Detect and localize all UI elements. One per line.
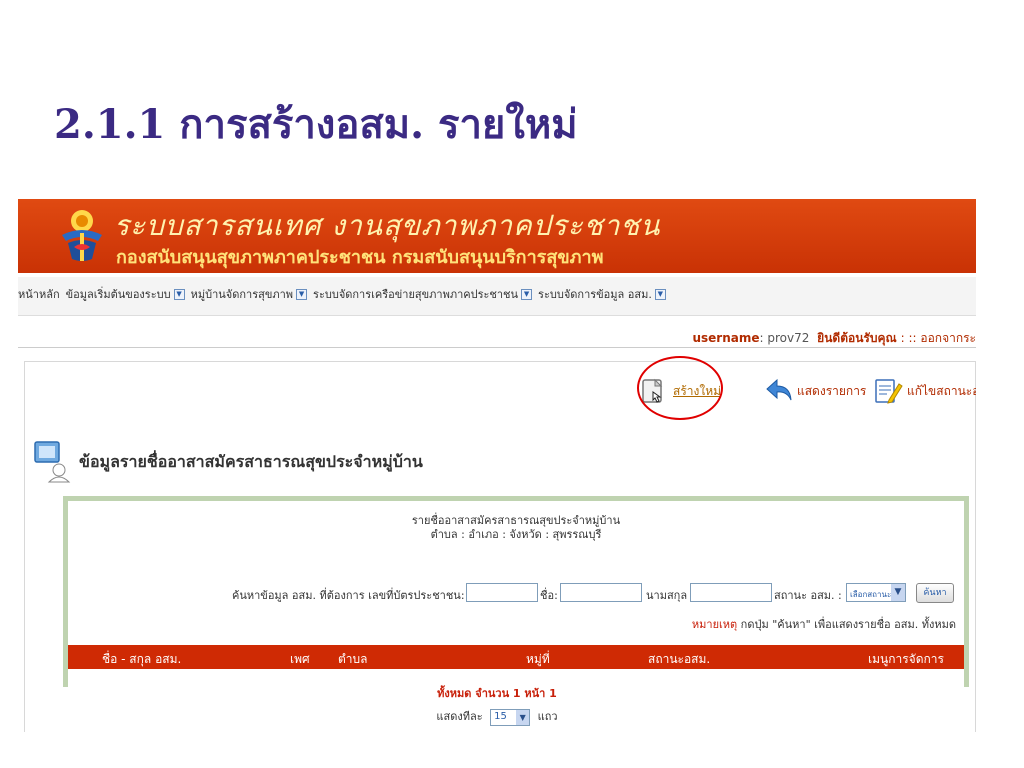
column-header: สถานะอสม.	[648, 652, 711, 666]
search-area: รายชื่ออาสาสมัครสาธารณสุขประจำหมู่บ้าน ต…	[63, 496, 969, 687]
status-label: สถานะ อสม. :	[774, 589, 842, 602]
menu-item-initial-data[interactable]: ข้อมูลเริ่มต้นของระบบ ▼	[66, 285, 185, 303]
menu-item-label: ข้อมูลเริ่มต้นของระบบ	[65, 288, 171, 301]
id-card-label: ค้นหาข้อมูล อสม. ที่ต้องการ เลขที่บัตรปร…	[232, 589, 465, 602]
ministry-emblem-icon	[62, 210, 102, 261]
banner-subtitle: กองสนับสนุนสุขภาพภาคประชาชน กรมสนับสนุนบ…	[116, 247, 604, 268]
menu-item-label: หน้าหลัก	[18, 288, 60, 301]
id-card-input[interactable]	[466, 583, 538, 602]
surname-input[interactable]	[690, 583, 772, 602]
chevron-down-icon[interactable]: ▼	[891, 584, 905, 601]
page-title: ข้อมูลรายชื่ออาสาสมัครสาธารณสุขประจำหมู่…	[79, 451, 423, 471]
chevron-down-icon[interactable]: ▼	[173, 288, 185, 300]
list-location: ตำบล : อำเภอ : จังหวัด : สุพรรณบุรี	[430, 528, 602, 541]
search-button[interactable]: ค้นหา	[916, 583, 954, 603]
status-select-value: เลือกสถานะ	[850, 590, 892, 599]
divider	[18, 347, 976, 348]
computer-user-icon	[34, 441, 71, 483]
page-summary: ทั้งหมด จำนวน 1 หน้า 1	[437, 687, 557, 700]
search-form: ค้นหาข้อมูล อสม. ที่ต้องการ เลขที่บัตรปร…	[68, 583, 964, 605]
search-note: หมายเหตุ กดปุ่ม "ค้นหา" เพื่อแสดงรายชื่อ…	[692, 615, 956, 633]
note-label: หมายเหตุ	[691, 618, 738, 631]
menu-item-network[interactable]: ระบบจัดการเครือข่ายสุขภาพภาคประชาชน ▼	[313, 285, 533, 303]
menu-item-village-health[interactable]: หมู่บ้านจัดการสุขภาพ ▼	[190, 285, 308, 303]
username-value: : prov72	[759, 331, 810, 345]
highlight-circle	[637, 356, 723, 420]
menu-item-label: หมู่บ้านจัดการสุขภาพ	[190, 288, 294, 301]
menu-item-label: ระบบจัดการข้อมูล อสม.	[538, 288, 652, 301]
rows-per-page-select[interactable]: 15 ▼	[490, 708, 531, 726]
menu-item-vhv-data[interactable]: ระบบจัดการข้อมูล อสม. ▼	[538, 285, 666, 303]
menu-item-home[interactable]: หน้าหลัก	[18, 285, 60, 303]
rows-per-page-prefix: แสดงทีละ	[436, 710, 483, 723]
content-panel: สร้างใหม่ แสดงรายการ แก้ไขสถานะอสม	[24, 356, 976, 732]
rows-per-page-suffix: แถว	[537, 710, 558, 723]
column-header: เพศ	[290, 652, 310, 666]
chevron-down-icon[interactable]: ▼	[654, 288, 666, 300]
chevron-down-icon[interactable]: ▼	[296, 288, 308, 300]
edit-status-button[interactable]: แก้ไขสถานะอสม	[873, 376, 976, 406]
rows-per-page-value: 15	[494, 710, 507, 722]
note-text: กดปุ่ม "ค้นหา" เพื่อแสดงรายชื่อ อสม. ทั้…	[737, 618, 956, 631]
chevron-down-icon[interactable]: ▼	[516, 709, 530, 725]
user-info: username: prov72 ยินดีต้อนรับคุณ : :: ออก…	[692, 329, 976, 348]
rows-per-page: แสดงทีละ 15 ▼ แถว	[18, 707, 976, 726]
column-header: ชื่อ - สกุล อสม.	[102, 652, 182, 666]
back-arrow-icon	[766, 378, 792, 401]
column-header: หมู่ที่	[526, 652, 550, 666]
surname-label: นามสกุล	[646, 589, 688, 602]
top-menu-bar: หน้าหลัก ข้อมูลเริ่มต้นของระบบ ▼ หมู่บ้าน…	[18, 277, 976, 316]
status-select[interactable]: เลือกสถานะ ▼	[846, 583, 906, 602]
header-banner: ระบบสารสนเทศ งานสุขภาพภาคประชาชน กองสนับ…	[18, 199, 976, 273]
show-list-button[interactable]: แสดงรายการ	[765, 378, 866, 404]
column-header: เมนูการจัดการ	[868, 652, 944, 666]
edit-status-label: แก้ไขสถานะอสม	[907, 383, 976, 398]
first-name-input[interactable]	[560, 583, 642, 602]
edit-note-icon	[875, 379, 903, 404]
menu-item-label: ระบบจัดการเครือข่ายสุขภาพภาคประชาชน	[313, 288, 519, 301]
first-name-label: ชื่อ:	[540, 589, 558, 602]
logout-link[interactable]: : :: ออกจากระ	[901, 331, 976, 345]
show-list-label: แสดงรายการ	[797, 383, 867, 398]
username-label: username	[692, 331, 760, 345]
page-heading: ข้อมูลรายชื่ออาสาสมัครสาธารณสุขประจำหมู่…	[33, 440, 423, 484]
welcome-text: ยินดีต้อนรับคุณ	[817, 331, 897, 345]
app-screenshot: ระบบสารสนเทศ งานสุขภาพภาคประชาชน กองสนับ…	[18, 199, 976, 732]
slide-title: 2.1.1 การสร้างอสม. รายใหม่	[54, 101, 578, 148]
chevron-down-icon[interactable]: ▼	[521, 288, 533, 300]
column-header: ตำบล	[338, 652, 368, 666]
table-header: ชื่อ - สกุล อสม. เพศ ตำบล หมู่ที่ สถานะอ…	[68, 645, 964, 669]
menu: หน้าหลัก ข้อมูลเริ่มต้นของระบบ ▼ หมู่บ้าน…	[18, 285, 666, 303]
